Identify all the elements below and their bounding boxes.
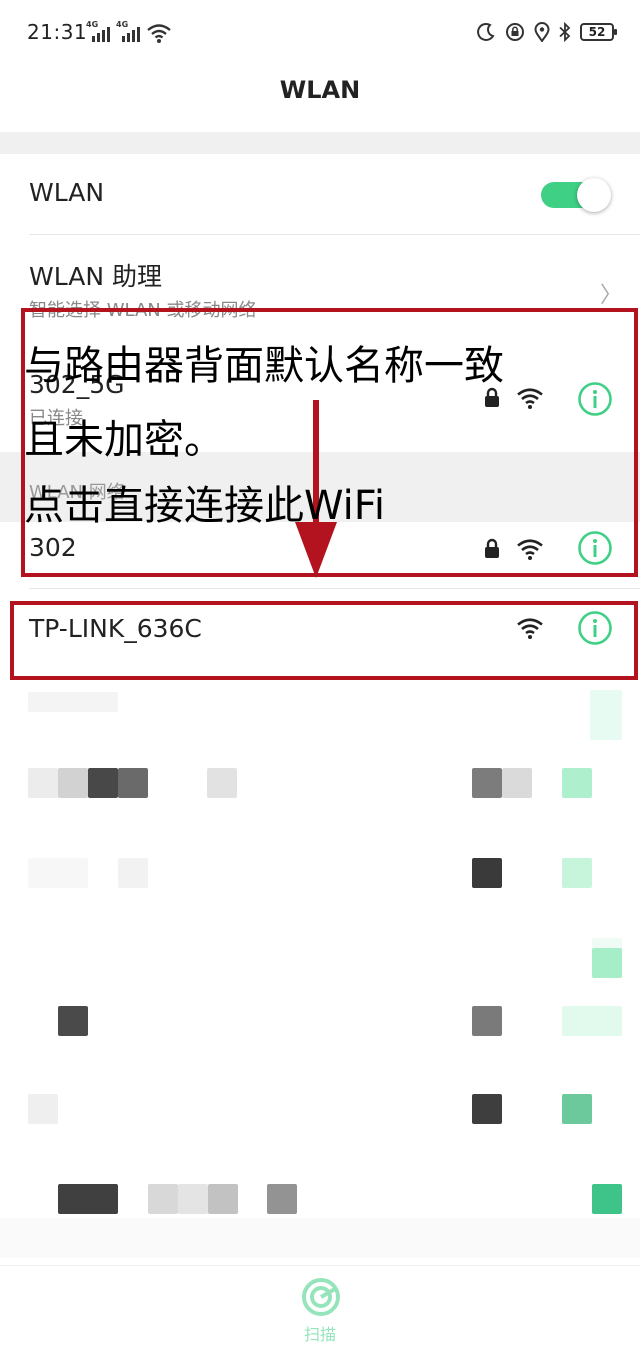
page-title: WLAN (279, 76, 361, 104)
battery-icon: 52 (580, 23, 617, 41)
scan-icon[interactable] (301, 1277, 341, 1317)
signal-group: 4G 4G (86, 20, 172, 44)
lock-rotation-icon (506, 23, 524, 41)
status-right-icons: 52 (476, 19, 617, 45)
wlan-assistant-label[interactable]: WLAN 助理 (29, 257, 162, 293)
blurred-network-list (0, 672, 640, 1272)
cell-signal-icon: 4G (116, 20, 142, 44)
annotation-line-3: 点击直接连接此WiFi (24, 483, 385, 529)
location-icon (534, 22, 550, 42)
wifi-status-icon (147, 24, 171, 43)
cell-signal-icon: 4G (86, 20, 112, 44)
title-bar: WLAN (0, 64, 640, 132)
annotation-line-1: 与路由器背面默认名称一致 (24, 343, 504, 389)
scan-label[interactable]: 扫描 (0, 1321, 640, 1345)
divider (29, 234, 640, 235)
chevron-right-icon[interactable]: 〉 (600, 277, 622, 309)
divider (29, 588, 640, 589)
annotation-box-highlight (10, 601, 638, 680)
status-bar: 21:31 4G 4G 52 (0, 0, 640, 64)
annotation-line-2: 且未加密。 (24, 417, 224, 463)
moon-icon (477, 23, 495, 41)
bluetooth-icon (559, 22, 571, 42)
bottom-bar: 扫描 (0, 1265, 640, 1353)
section-gap (0, 132, 640, 154)
status-time: 21:31 (27, 20, 88, 44)
wlan-toggle-label: WLAN (29, 178, 105, 207)
wlan-toggle-switch[interactable] (541, 178, 613, 212)
